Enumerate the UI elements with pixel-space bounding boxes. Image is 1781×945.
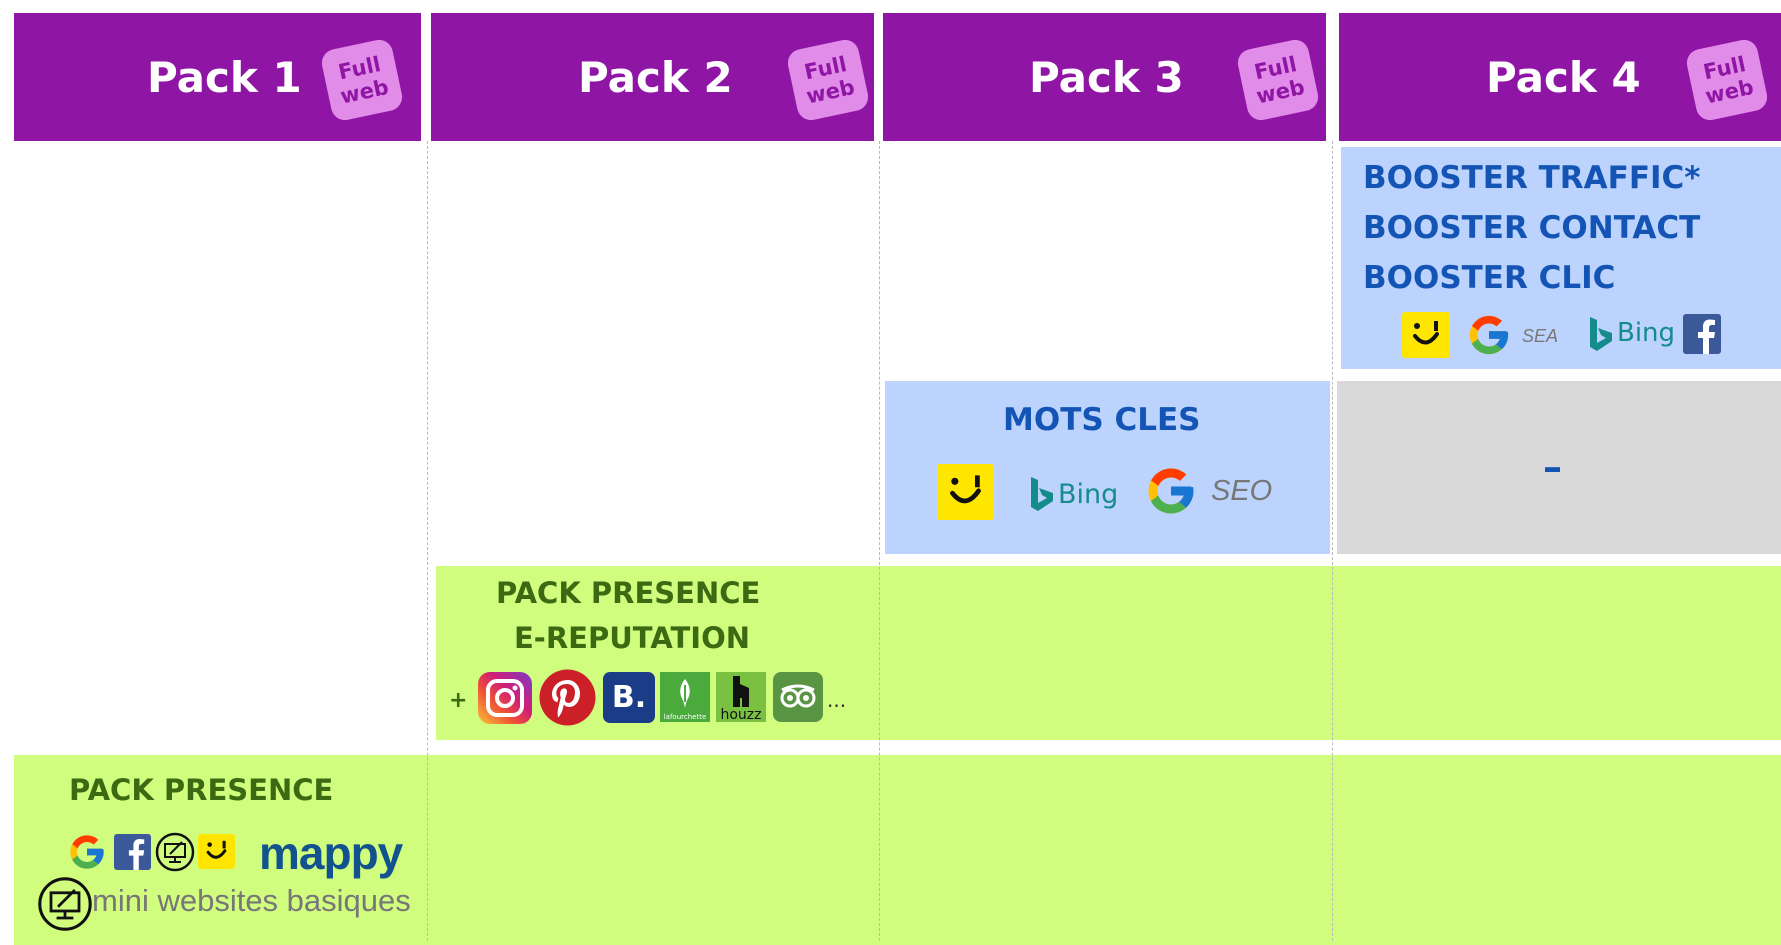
google-icon bbox=[1148, 468, 1194, 514]
column-divider bbox=[1332, 141, 1333, 941]
ereputation-title-line2: E-REPUTATION bbox=[514, 621, 751, 655]
full-web-badge: Full web bbox=[1684, 37, 1770, 123]
mappy-logo: mappy bbox=[259, 827, 403, 879]
full-web-badge: Full web bbox=[319, 37, 405, 123]
pack-4-header: Pack 4 Full web bbox=[1339, 13, 1781, 141]
houzz-label: houzz bbox=[720, 707, 762, 722]
sea-label: SEA bbox=[1522, 326, 1559, 346]
column-divider bbox=[427, 141, 428, 941]
houzz-icon: houzz bbox=[716, 672, 766, 722]
pagesjaunes-icon bbox=[1402, 312, 1450, 358]
bing-label: Bing bbox=[1617, 318, 1676, 348]
lafourchette-icon: lafourchette bbox=[660, 672, 710, 722]
pack-3-title: Pack 3 bbox=[1029, 53, 1184, 102]
full-web-badge: Full web bbox=[785, 37, 871, 123]
booking-label: B. bbox=[611, 680, 647, 715]
more-ellipsis: ... bbox=[827, 688, 847, 712]
pack-2-title: Pack 2 bbox=[578, 53, 733, 102]
bing-icon bbox=[1590, 317, 1612, 351]
pack-3-header: Pack 3 Full web bbox=[883, 13, 1326, 141]
instagram-icon bbox=[478, 672, 532, 724]
ereputation-title-line1: PACK PRESENCE bbox=[496, 576, 761, 610]
mini-websites-label: mini websites basiques bbox=[92, 883, 411, 918]
booster-clic-label: BOOSTER CLIC bbox=[1363, 260, 1616, 296]
pack-2-header: Pack 2 Full web bbox=[431, 13, 874, 141]
pinterest-icon bbox=[539, 669, 596, 726]
bing-label: Bing bbox=[1058, 479, 1119, 510]
booster-contact-label: BOOSTER CONTACT bbox=[1363, 210, 1701, 246]
bing-icon bbox=[1031, 477, 1053, 511]
pack-1-header: Pack 1 Full web bbox=[14, 13, 421, 141]
pack-1-title: Pack 1 bbox=[147, 53, 302, 102]
booster-traffic-label: BOOSTER TRAFFIC* bbox=[1363, 160, 1701, 196]
mots-cles-title: MOTS CLES bbox=[1003, 402, 1201, 438]
google-icon bbox=[1469, 315, 1509, 355]
pagesjaunes-icon bbox=[937, 464, 994, 520]
mini-website-icon bbox=[38, 877, 92, 931]
pagesjaunes-icon bbox=[198, 834, 235, 869]
full-web-badge: Full web bbox=[1235, 37, 1321, 123]
lafourchette-label: lafourchette bbox=[663, 713, 707, 721]
facebook-icon bbox=[114, 834, 151, 870]
pack-4-dash: – bbox=[1543, 445, 1562, 489]
pack-4-title: Pack 4 bbox=[1486, 53, 1641, 102]
column-divider bbox=[879, 141, 880, 941]
booking-icon: B. bbox=[603, 672, 655, 723]
tripadvisor-icon bbox=[773, 672, 823, 722]
seo-label: SEO bbox=[1211, 475, 1273, 507]
facebook-icon bbox=[1683, 314, 1721, 354]
plus-sign: + bbox=[449, 688, 468, 713]
google-icon bbox=[70, 835, 104, 869]
pack-presence-title: PACK PRESENCE bbox=[69, 773, 334, 807]
mini-website-icon bbox=[155, 832, 195, 872]
